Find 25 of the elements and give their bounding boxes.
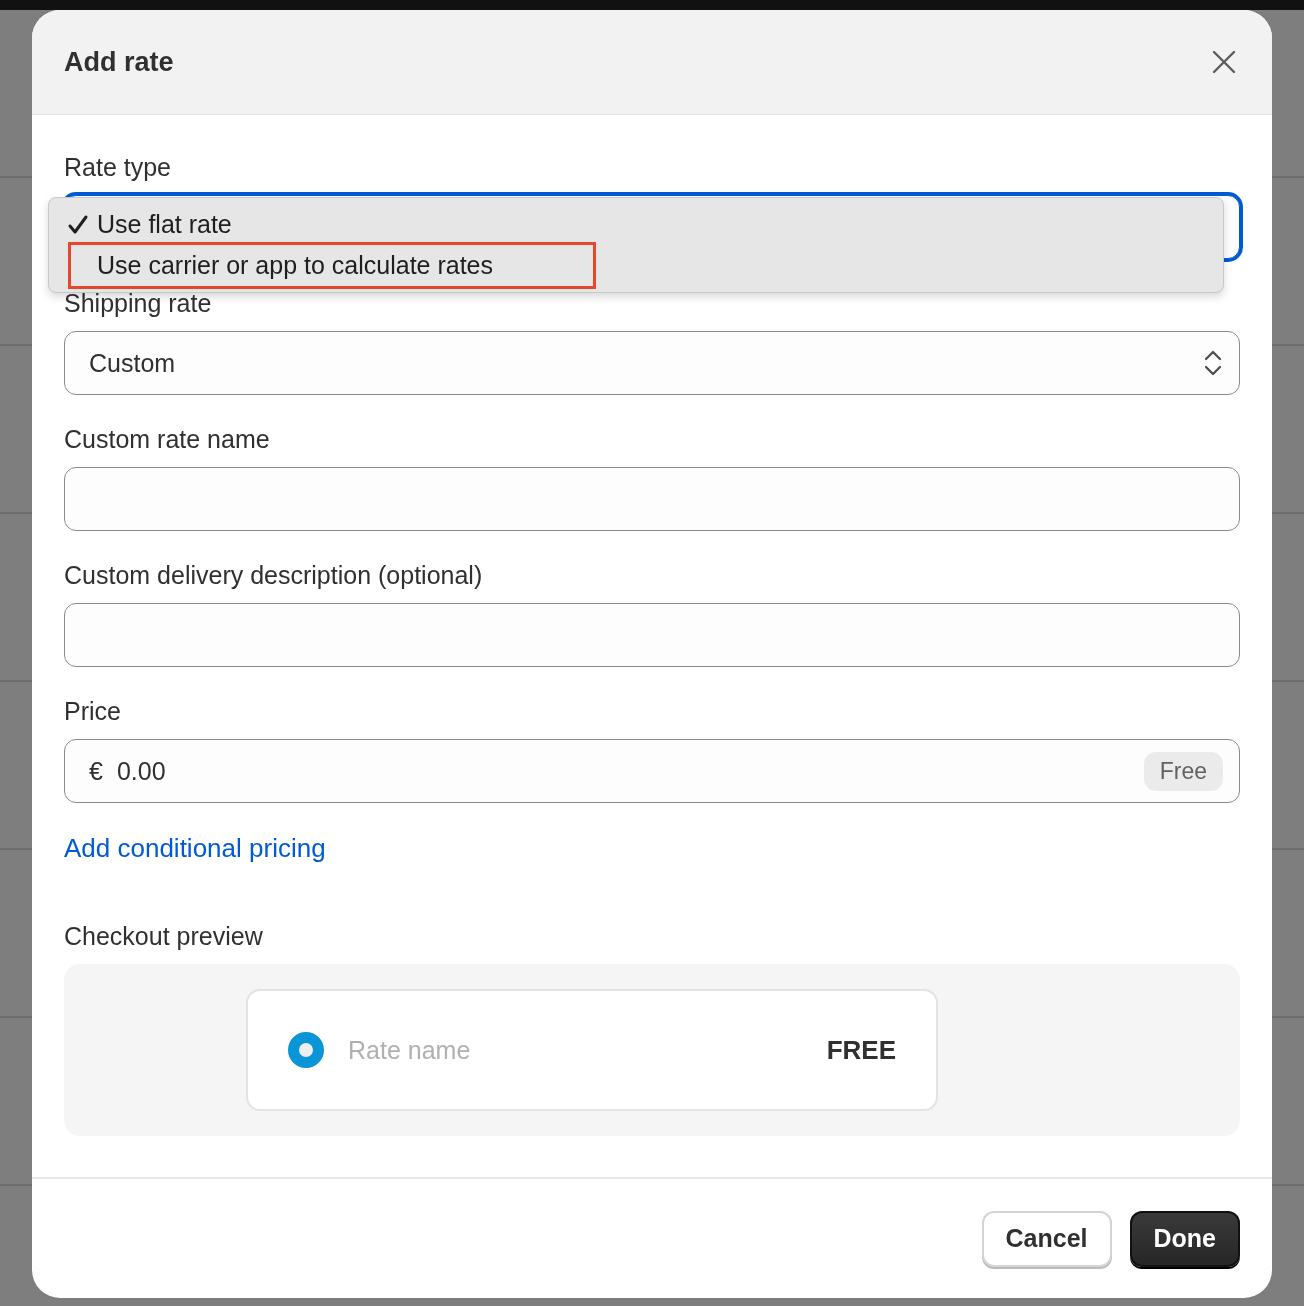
field-label: Custom rate name <box>64 425 271 453</box>
field-label: Shipping rate <box>64 289 213 317</box>
check-icon <box>67 213 89 236</box>
select-field[interactable]: Custom <box>64 331 1240 395</box>
field-label: Price <box>64 697 122 725</box>
menu-option[interactable]: Use carrier or app to calculate rates <box>71 245 593 286</box>
done-button[interactable]: Done <box>1129 1210 1240 1267</box>
menu-option[interactable]: Use flat rate <box>67 204 332 245</box>
currency-symbol: € <box>89 756 103 786</box>
section-label: Checkout preview <box>64 922 264 950</box>
rate-price: FREE <box>826 1034 896 1066</box>
rate-name: Rate name <box>348 1035 472 1065</box>
close-icon <box>1212 50 1236 74</box>
field-label: Custom delivery description (optional) <box>64 561 484 589</box>
radio-button[interactable] <box>288 1032 324 1068</box>
price-value: 0.00 <box>116 756 167 786</box>
cancel-button[interactable]: Cancel <box>981 1210 1112 1267</box>
free-badge: Free <box>1143 751 1223 791</box>
chevron-up-down-icon <box>1203 349 1223 377</box>
price-field[interactable]: € 0.00 Free <box>64 739 1240 803</box>
dialog-title: Add rate <box>64 46 174 78</box>
conditional-pricing-link[interactable]: Add conditional pricing <box>64 833 326 864</box>
input-field[interactable] <box>64 603 1240 667</box>
field-label: Rate type <box>64 153 172 181</box>
input-field[interactable] <box>64 467 1240 531</box>
